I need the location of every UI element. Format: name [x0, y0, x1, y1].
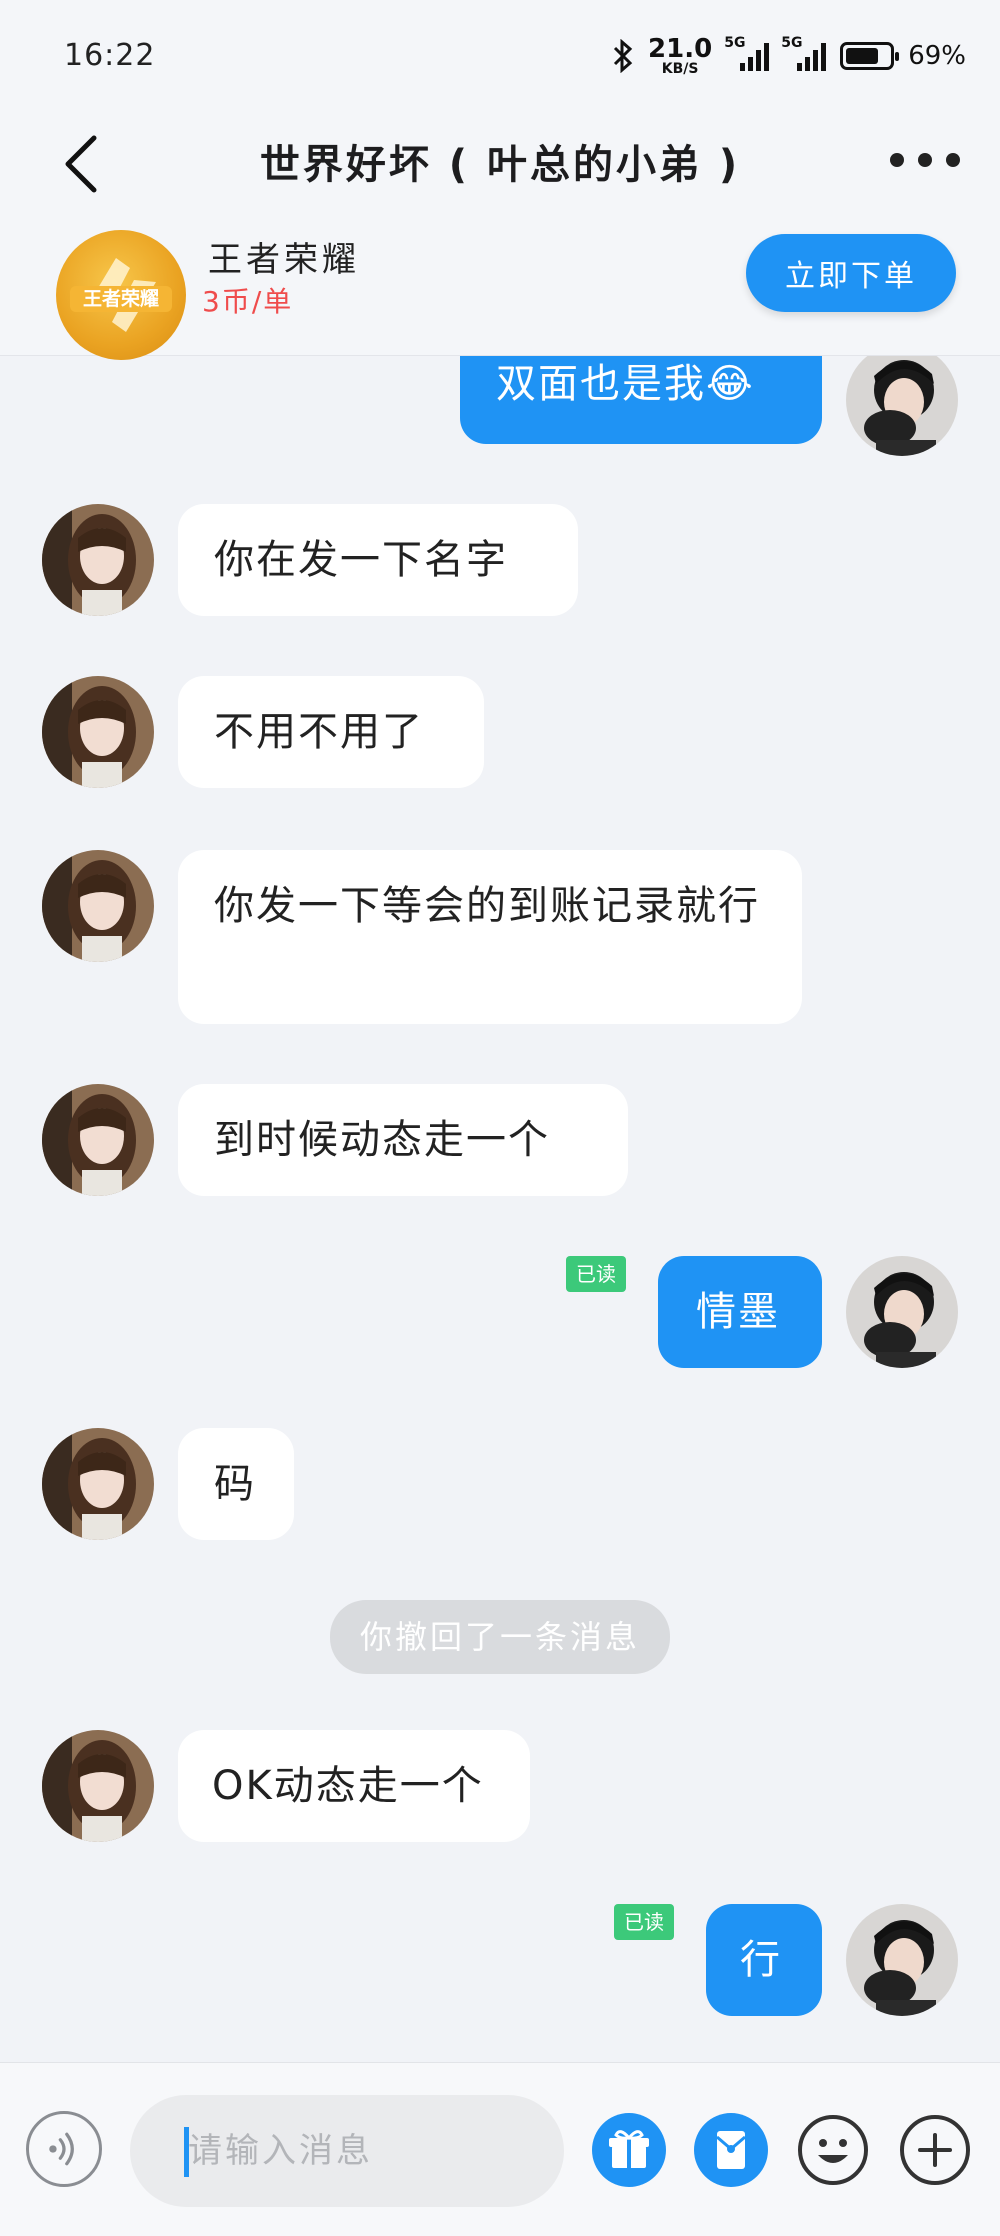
message-bubble-out[interactable]: 行: [706, 1904, 822, 2016]
contact-avatar[interactable]: [42, 1730, 154, 1842]
message-bubble-in[interactable]: 不用不用了: [178, 676, 484, 788]
status-indicators: 21.0 KB/S 5G 5G 69%: [612, 34, 966, 77]
message-bubble-in[interactable]: 码: [178, 1428, 294, 1540]
status-time: 16:22: [64, 38, 156, 73]
contact-avatar[interactable]: [42, 504, 154, 616]
text-caret: [184, 2127, 189, 2177]
order-now-button[interactable]: 立即下单: [746, 234, 956, 312]
more-actions-button[interactable]: [898, 2113, 972, 2187]
svg-text:王者荣耀: 王者荣耀: [83, 287, 159, 310]
contact-avatar[interactable]: [42, 850, 154, 962]
nav-bar: 世界好坏 ( 叶总的小弟 ): [0, 110, 1000, 220]
voice-button[interactable]: [26, 2111, 102, 2187]
gift-button[interactable]: [592, 2113, 666, 2187]
read-badge: 已读: [614, 1904, 674, 1940]
battery-percent: 69%: [908, 41, 966, 71]
battery-icon: [840, 42, 900, 70]
my-avatar[interactable]: [846, 1256, 958, 1368]
emoji-button[interactable]: [796, 2113, 870, 2187]
my-avatar[interactable]: [846, 1904, 958, 2016]
gift-icon: [592, 2113, 666, 2187]
net-speed: 21.0 KB/S: [648, 34, 713, 77]
contact-avatar[interactable]: [42, 1084, 154, 1196]
game-price: 3币/单: [202, 285, 294, 318]
chat-title: 世界好坏 ( 叶总的小弟 ): [259, 142, 741, 188]
message-bubble-out[interactable]: 双面也是我😂: [460, 356, 822, 444]
plus-icon: [900, 2115, 970, 2185]
more-dots-icon: [890, 153, 904, 167]
recall-notice: 你撤回了一条消息: [330, 1600, 670, 1674]
message-input[interactable]: [130, 2095, 564, 2207]
bluetooth-icon: [613, 39, 633, 73]
chat-message-list[interactable]: 双面也是我😂 你在发一下名字 不用不用了 你发一下等会的到账记录就行 到时候动态…: [0, 356, 1000, 2062]
message-bubble-in[interactable]: OK动态走一个: [178, 1730, 530, 1842]
status-bar: 16:22 21.0 KB/S 5G 5G 69%: [0, 0, 1000, 110]
signal-icon: 5G: [781, 35, 827, 71]
voice-icon: [49, 2132, 74, 2166]
more-button[interactable]: [890, 130, 960, 190]
game-name: 王者荣耀: [208, 240, 360, 280]
contact-avatar[interactable]: [42, 676, 154, 788]
my-avatar[interactable]: [846, 356, 958, 456]
emoji-icon: [798, 2115, 868, 2185]
input-bar: [0, 2062, 1000, 2236]
message-bubble-out[interactable]: 情墨: [658, 1256, 822, 1368]
message-bubble-in[interactable]: 你发一下等会的到账记录就行: [178, 850, 802, 1024]
message-bubble-in[interactable]: 到时候动态走一个: [178, 1084, 628, 1196]
game-banner: 王者荣耀 王者荣耀 3币/单 立即下单: [0, 220, 1000, 360]
game-logo[interactable]: 王者荣耀: [56, 230, 186, 360]
red-packet-icon: [694, 2113, 768, 2187]
message-bubble-in[interactable]: 你在发一下名字: [178, 504, 578, 616]
read-badge: 已读: [566, 1256, 626, 1292]
signal-icon: 5G: [724, 35, 770, 71]
contact-avatar[interactable]: [42, 1428, 154, 1540]
red-packet-button[interactable]: [694, 2113, 768, 2187]
